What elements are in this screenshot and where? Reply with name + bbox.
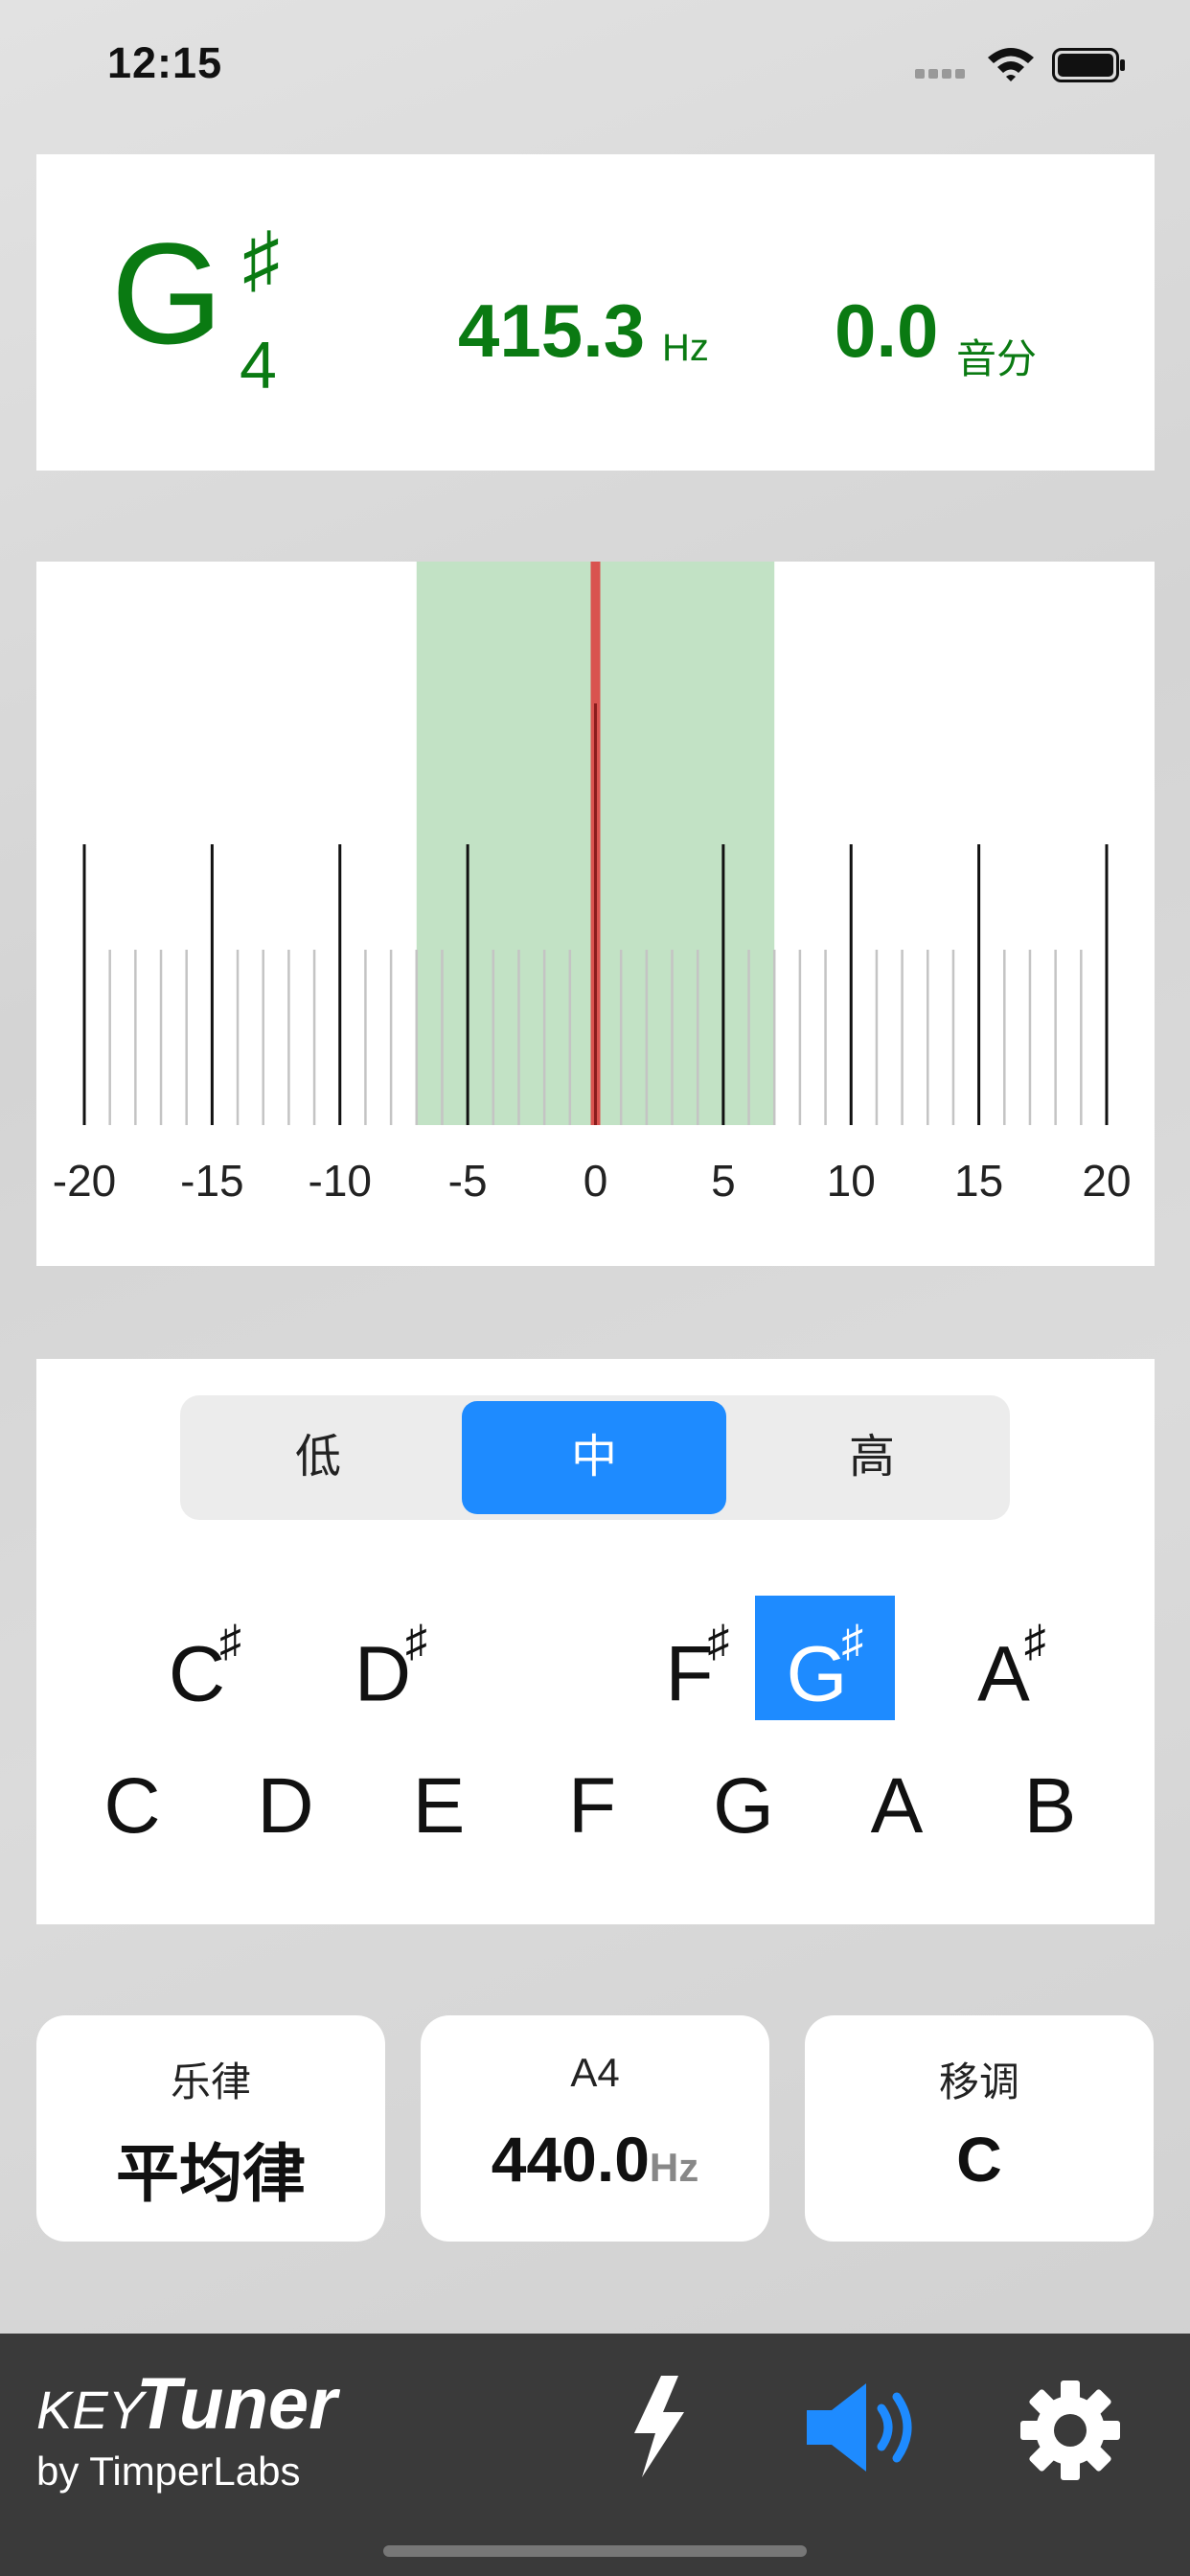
note-display-panel: G ♯ 4 415.3 Hz 0.0 音分 — [36, 154, 1155, 471]
tick-label: -20 — [53, 1156, 116, 1206]
key-label: A — [977, 1630, 1030, 1718]
key-d-sharp[interactable]: D♯ — [324, 1596, 458, 1720]
temperament-label: 乐律 — [170, 2059, 251, 2104]
key-accidental: ♯ — [841, 1616, 864, 1666]
frequency-value: 415.3 — [458, 288, 646, 373]
key-g-sharp[interactable]: G♯ — [755, 1596, 895, 1720]
reference-pitch-unit: Hz — [649, 2145, 699, 2190]
brand-by: by TimperLabs — [36, 2449, 301, 2494]
key-a[interactable]: A — [830, 1744, 964, 1869]
wifi-icon — [988, 48, 1034, 81]
octave-low-option[interactable]: 低 — [186, 1401, 450, 1514]
key-b[interactable]: B — [983, 1744, 1117, 1869]
key-a-sharp[interactable]: A♯ — [945, 1596, 1079, 1720]
key-accidental: ♯ — [707, 1616, 730, 1666]
key-label: G — [786, 1630, 848, 1718]
key-g[interactable]: G — [676, 1744, 811, 1869]
key-c[interactable]: C — [65, 1744, 199, 1869]
reference-pitch-value: 440.0 — [491, 2124, 650, 2195]
tick-label: -10 — [309, 1156, 372, 1206]
key-label: C — [168, 1630, 226, 1718]
lightning-icon[interactable] — [625, 2374, 692, 2479]
transpose-label: 移调 — [938, 2059, 1019, 2104]
octave-high-option[interactable]: 高 — [740, 1401, 1004, 1514]
note-selector-panel: 低 中 高 C♯ D♯ F♯ G♯ A♯ C D E F G A B — [36, 1359, 1155, 1924]
tick-label: 5 — [711, 1156, 736, 1206]
key-f-sharp[interactable]: F♯ — [630, 1596, 765, 1720]
tick-label: 15 — [954, 1156, 1003, 1206]
reference-pitch-label: A4 — [570, 2050, 620, 2095]
key-d[interactable]: D — [218, 1744, 353, 1869]
reference-pitch-value-wrap: 440.0Hz — [421, 2123, 769, 2196]
temperament-value: 平均律 — [116, 2138, 306, 2209]
temperament-card[interactable]: 乐律 平均律 — [36, 2015, 385, 2242]
detected-note-octave: 4 — [240, 328, 277, 402]
speaker-icon[interactable] — [803, 2380, 932, 2475]
battery-icon — [1052, 48, 1125, 82]
frequency-unit: Hz — [662, 327, 709, 369]
cents-unit: 音分 — [956, 336, 1038, 381]
brand-key: KEY — [36, 2380, 145, 2440]
key-accidental: ♯ — [219, 1616, 242, 1666]
key-accidental: ♯ — [1023, 1616, 1046, 1666]
key-f[interactable]: F — [525, 1744, 659, 1869]
key-c-sharp[interactable]: C♯ — [138, 1596, 272, 1720]
tick-label: -5 — [448, 1156, 488, 1206]
reference-pitch-card[interactable]: A4 440.0Hz — [421, 2015, 769, 2242]
tick-label: 10 — [827, 1156, 876, 1206]
detected-note-accidental: ♯ — [242, 217, 280, 301]
tick-label: 20 — [1082, 1156, 1131, 1206]
tuning-meter: -20 -15 -10 -5 0 5 10 15 20 — [36, 562, 1155, 1266]
cellular-signal-icon — [915, 69, 973, 80]
detected-note-letter: G — [111, 213, 223, 374]
octave-mid-option[interactable]: 中 — [462, 1401, 726, 1514]
gear-icon[interactable] — [1018, 2378, 1123, 2483]
cents-value: 0.0 — [835, 288, 939, 373]
tick-label: -15 — [180, 1156, 243, 1206]
transpose-value: C — [956, 2124, 1002, 2195]
transpose-card[interactable]: 移调 C — [805, 2015, 1154, 2242]
key-label: D — [354, 1630, 412, 1718]
status-time: 12:15 — [107, 38, 223, 87]
key-e[interactable]: E — [372, 1744, 506, 1869]
octave-segmented-control: 低 中 高 — [180, 1395, 1010, 1520]
tick-label: 0 — [584, 1156, 608, 1206]
home-indicator — [383, 2545, 807, 2557]
key-label: F — [665, 1630, 714, 1718]
brand-tuner: Tuner — [136, 2363, 337, 2445]
tuning-meter-scale: -20 -15 -10 -5 0 5 10 15 20 — [53, 562, 1132, 1206]
bottom-toolbar: KEY Tuner by TimperLabs — [0, 2334, 1190, 2576]
key-accidental: ♯ — [405, 1616, 428, 1666]
